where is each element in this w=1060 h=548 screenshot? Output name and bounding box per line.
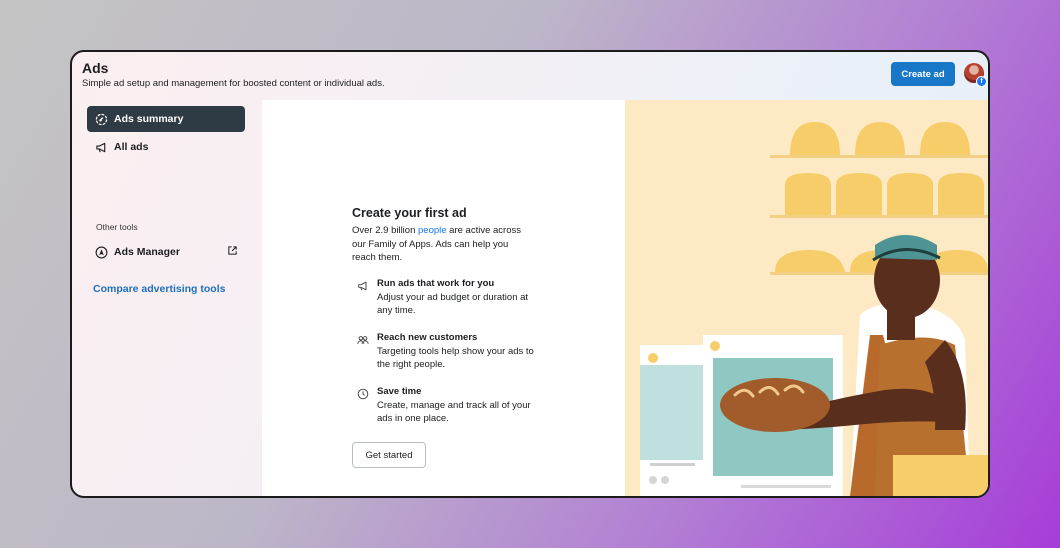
- get-started-button[interactable]: Get started: [352, 442, 426, 468]
- gauge-icon: [94, 112, 108, 126]
- compare-advertising-tools-link[interactable]: Compare advertising tools: [93, 283, 225, 295]
- create-ad-button[interactable]: Create ad: [891, 62, 955, 86]
- sidebar: Ads summary All ads Other tools Ads Mana…: [72, 100, 260, 496]
- sidebar-item-label: Ads Manager: [114, 246, 180, 258]
- sidebar-item-ads-summary[interactable]: Ads summary: [87, 106, 245, 132]
- ads-window: Ads Simple ad setup and management for b…: [70, 50, 990, 498]
- main-panel: Create your first ad Over 2.9 billion pe…: [262, 100, 625, 496]
- people-icon: [357, 333, 369, 345]
- sidebar-item-label: All ads: [114, 141, 149, 153]
- facebook-badge-icon: f: [976, 76, 987, 87]
- top-bar: Ads Simple ad setup and management for b…: [72, 52, 988, 100]
- external-link-icon[interactable]: [227, 245, 239, 257]
- page-title: Ads: [82, 60, 109, 76]
- feature-desc: Adjust your ad budget or duration at any…: [377, 292, 529, 316]
- intro-text: Over 2.9 billion people are active acros…: [352, 224, 532, 265]
- people-link[interactable]: people: [418, 225, 447, 236]
- megaphone-icon: [94, 140, 108, 154]
- megaphone-icon: [357, 279, 369, 291]
- navigation-arrow-icon: [94, 245, 108, 259]
- sidebar-item-all-ads[interactable]: All ads: [87, 134, 245, 160]
- hero-illustration: [625, 100, 988, 496]
- other-tools-label: Other tools: [96, 222, 138, 232]
- intro-text-part: Over 2.9 billion: [352, 225, 419, 236]
- baker-illustration: [640, 122, 988, 496]
- clock-icon: [357, 387, 369, 400]
- feature-title: Save time: [377, 386, 422, 397]
- create-first-ad-title: Create your first ad: [352, 206, 467, 220]
- sidebar-item-label: Ads summary: [114, 113, 184, 125]
- feature-title: Run ads that work for you: [377, 278, 495, 289]
- page-subtitle: Simple ad setup and management for boost…: [82, 78, 385, 89]
- sidebar-item-ads-manager[interactable]: Ads Manager: [87, 239, 245, 265]
- feature-title: Reach new customers: [377, 332, 478, 343]
- feature-desc: Targeting tools help show your ads to th…: [377, 346, 534, 370]
- feature-desc: Create, manage and track all of your ads…: [377, 400, 531, 424]
